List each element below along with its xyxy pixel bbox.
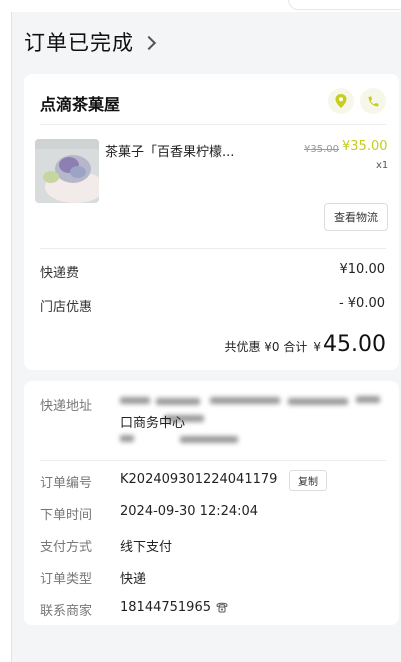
order-status-title: 订单已完成 bbox=[24, 31, 134, 55]
original-price: ¥35.00 bbox=[304, 144, 339, 155]
store-discount-value: - ¥0.00 bbox=[338, 296, 385, 311]
store-discount-label: 门店优惠 bbox=[40, 300, 93, 315]
contact-merchant[interactable]: 18144751965 bbox=[120, 600, 228, 615]
product-thumbnail[interactable] bbox=[35, 139, 99, 203]
call-button[interactable] bbox=[360, 88, 386, 114]
product-image bbox=[35, 139, 99, 203]
order-number-label: 订单编号 bbox=[40, 476, 93, 491]
order-status-header[interactable]: 订单已完成 bbox=[24, 27, 157, 57]
contact-phone[interactable]: 18144751965 bbox=[120, 600, 211, 615]
discount-summary-text: 共优惠 ¥0 合计 bbox=[224, 340, 308, 354]
phone-icon[interactable] bbox=[216, 602, 228, 613]
contact-merchant-label: 联系商家 bbox=[40, 604, 93, 619]
shipping-fee-label: 快递费 bbox=[40, 266, 80, 281]
order-card: 点滴茶菓屋 茶菓子「百香果柠檬... ¥35.00 ¥35.00 x1 查看物流… bbox=[24, 74, 399, 370]
order-type-label: 订单类型 bbox=[40, 572, 93, 587]
left-side-panel bbox=[0, 12, 12, 662]
view-logistics-button[interactable]: 查看物流 bbox=[324, 203, 388, 231]
shipping-fee-value: ¥10.00 bbox=[339, 262, 386, 277]
divider bbox=[40, 460, 386, 461]
divider bbox=[40, 124, 386, 125]
order-total: 共优惠 ¥0 合计 ¥ 45.00 bbox=[224, 332, 386, 357]
copy-button[interactable]: 复制 bbox=[289, 470, 327, 491]
order-type: 快递 bbox=[120, 572, 147, 587]
store-name: 点滴茶菓屋 bbox=[40, 95, 121, 114]
address-fragment: 口商务中心 bbox=[120, 416, 186, 431]
order-number: K202409301224041179 bbox=[120, 472, 278, 487]
total-amount: 45.00 bbox=[323, 332, 386, 357]
chevron-right-icon bbox=[141, 35, 157, 51]
product-quantity: x1 bbox=[376, 160, 389, 171]
order-time: 2024-09-30 12:24:04 bbox=[120, 504, 259, 519]
divider bbox=[40, 248, 386, 249]
payment-method: 线下支付 bbox=[120, 540, 173, 555]
order-info-card: 快递地址 口商务中心 订单编号 K202409301224041179 复制 下… bbox=[24, 381, 399, 625]
phone-icon bbox=[368, 96, 378, 106]
product-price: ¥35.00 bbox=[342, 139, 388, 154]
location-pin-icon bbox=[335, 94, 347, 108]
total-currency: ¥ bbox=[313, 340, 322, 354]
payment-method-label: 支付方式 bbox=[40, 540, 93, 555]
order-time-label: 下单时间 bbox=[40, 508, 93, 523]
product-name[interactable]: 茶菓子「百香果柠檬... bbox=[105, 141, 290, 160]
top-search-pill[interactable] bbox=[288, 0, 401, 10]
address-label: 快递地址 bbox=[40, 399, 93, 414]
location-button[interactable] bbox=[328, 88, 354, 114]
